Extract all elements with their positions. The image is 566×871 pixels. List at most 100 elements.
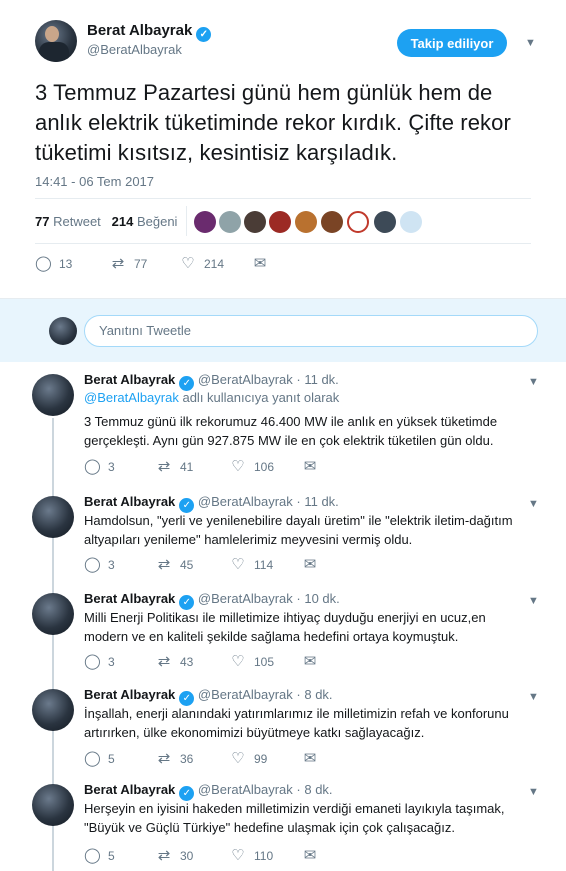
retweet-action[interactable]: ⇄ 45 xyxy=(156,557,194,573)
reply-icon[interactable]: ◯ xyxy=(84,751,101,767)
heart-icon[interactable]: ♡ xyxy=(230,654,246,670)
reply-action[interactable]: ◯ 5 xyxy=(84,751,115,767)
reply-avatar[interactable] xyxy=(32,496,74,538)
reply-icon[interactable]: ◯ xyxy=(84,654,101,670)
retweet-action[interactable]: ⇄ 41 xyxy=(156,459,194,475)
envelope-icon[interactable]: ✉ xyxy=(302,557,318,573)
heart-icon[interactable]: ♡ xyxy=(230,459,246,475)
retweet-icon[interactable]: ⇄ xyxy=(156,751,172,767)
like-action[interactable]: ♡ 99 xyxy=(230,751,267,767)
heart-icon[interactable]: ♡ xyxy=(230,751,246,767)
dm-action[interactable]: ✉ xyxy=(302,654,318,670)
retweet-icon[interactable]: ⇄ xyxy=(156,557,172,573)
thread-reply[interactable]: Berat Albayrak ✓ @BeratAlbayrak · 8 dk. ▼… xyxy=(0,683,566,779)
reply-author-handle[interactable]: @BeratAlbayrak xyxy=(198,372,293,387)
reply-action[interactable]: ◯ 5 xyxy=(84,848,115,864)
like-action[interactable]: ♡ 114 xyxy=(230,557,273,573)
reply-action[interactable]: ◯ 3 xyxy=(84,557,115,573)
retweet-icon[interactable]: ⇄ xyxy=(156,459,172,475)
like-action[interactable]: ♡ 214 xyxy=(180,256,224,272)
liker-avatar[interactable] xyxy=(194,211,216,233)
retweet-action[interactable]: ⇄ 30 xyxy=(156,848,194,864)
liker-avatar[interactable] xyxy=(219,211,241,233)
reply-time[interactable]: · 10 dk. xyxy=(296,591,339,606)
retweet-action[interactable]: ⇄ 43 xyxy=(156,654,194,670)
envelope-icon[interactable]: ✉ xyxy=(302,848,318,864)
reply-author-handle[interactable]: @BeratAlbayrak xyxy=(198,782,293,797)
chevron-down-icon[interactable]: ▼ xyxy=(528,786,539,798)
reply-author-handle[interactable]: @BeratAlbayrak xyxy=(198,591,293,606)
following-button[interactable]: Takip ediliyor xyxy=(397,29,507,57)
retweet-icon[interactable]: ⇄ xyxy=(156,654,172,670)
liker-avatar[interactable] xyxy=(244,211,266,233)
author-handle[interactable]: @BeratAlbayrak xyxy=(87,42,182,57)
reply-time[interactable]: · 11 dk. xyxy=(296,372,338,387)
heart-icon[interactable]: ♡ xyxy=(180,256,196,272)
chevron-down-icon[interactable]: ▼ xyxy=(528,376,539,388)
chevron-down-icon[interactable]: ▼ xyxy=(528,498,539,510)
chevron-down-icon[interactable]: ▼ xyxy=(525,37,536,49)
reply-icon[interactable]: ◯ xyxy=(84,848,101,864)
retweet-action[interactable]: ⇄ 77 xyxy=(110,256,148,272)
chevron-down-icon[interactable]: ▼ xyxy=(528,691,539,703)
reply-avatar[interactable] xyxy=(32,689,74,731)
reply-time[interactable]: · 8 dk. xyxy=(296,782,332,797)
envelope-icon[interactable]: ✉ xyxy=(302,459,318,475)
liker-avatar[interactable] xyxy=(374,211,396,233)
liker-avatar[interactable] xyxy=(321,211,343,233)
like-count[interactable]: 214 xyxy=(112,214,134,229)
reply-input[interactable]: Yanıtını Tweetle xyxy=(84,315,538,347)
reply-avatar[interactable] xyxy=(32,374,74,416)
heart-icon[interactable]: ♡ xyxy=(230,557,246,573)
retweet-action[interactable]: ⇄ 36 xyxy=(156,751,194,767)
liker-avatar[interactable] xyxy=(347,211,369,233)
envelope-icon[interactable]: ✉ xyxy=(302,751,318,767)
author-name[interactable]: Berat Albayrak ✓ xyxy=(87,22,212,42)
envelope-icon[interactable]: ✉ xyxy=(302,654,318,670)
retweet-icon[interactable]: ⇄ xyxy=(110,256,126,272)
tweet-timestamp[interactable]: 14:41 - 06 Tem 2017 xyxy=(35,174,154,189)
reply-author-handle[interactable]: @BeratAlbayrak xyxy=(198,687,293,702)
thread-reply[interactable]: Berat Albayrak ✓ @BeratAlbayrak · 10 dk. … xyxy=(0,587,566,683)
reply-author-name[interactable]: Berat Albayrak xyxy=(84,591,175,606)
author-name-text[interactable]: Berat Albayrak xyxy=(87,22,192,39)
reply-avatar[interactable] xyxy=(32,784,74,826)
reply-author-name[interactable]: Berat Albayrak xyxy=(84,782,175,797)
retweet-icon[interactable]: ⇄ xyxy=(156,848,172,864)
reply-time[interactable]: · 11 dk. xyxy=(296,494,338,509)
reply-author-name[interactable]: Berat Albayrak xyxy=(84,372,175,387)
dm-action[interactable]: ✉ xyxy=(302,557,318,573)
retweet-label[interactable]: Retweet xyxy=(53,214,101,229)
reply-action[interactable]: ◯ 3 xyxy=(84,459,115,475)
reply-time[interactable]: · 8 dk. xyxy=(296,687,332,702)
reply-icon[interactable]: ◯ xyxy=(84,459,101,475)
reply-author-name[interactable]: Berat Albayrak xyxy=(84,687,175,702)
reply-author-handle[interactable]: @BeratAlbayrak xyxy=(198,494,293,509)
liker-avatar[interactable] xyxy=(295,211,317,233)
chevron-down-icon[interactable]: ▼ xyxy=(528,595,539,607)
reply-author-name[interactable]: Berat Albayrak xyxy=(84,494,175,509)
like-action[interactable]: ♡ 110 xyxy=(230,848,273,864)
retweet-count[interactable]: 77 xyxy=(35,214,49,229)
dm-action[interactable]: ✉ xyxy=(252,256,268,272)
thread-reply[interactable]: Berat Albayrak ✓ @BeratAlbayrak · 11 dk. … xyxy=(0,368,566,486)
heart-icon[interactable]: ♡ xyxy=(230,848,246,864)
envelope-icon[interactable]: ✉ xyxy=(252,256,268,272)
liker-avatar[interactable] xyxy=(269,211,291,233)
reply-avatar[interactable] xyxy=(32,593,74,635)
author-avatar[interactable] xyxy=(35,20,77,62)
like-action[interactable]: ♡ 105 xyxy=(230,654,274,670)
reply-action[interactable]: ◯ 13 xyxy=(35,256,72,272)
thread-reply[interactable]: Berat Albayrak ✓ @BeratAlbayrak · 11 dk. … xyxy=(0,490,566,586)
replying-to-link[interactable]: @BeratAlbayrak xyxy=(84,390,179,405)
dm-action[interactable]: ✉ xyxy=(302,848,318,864)
dm-action[interactable]: ✉ xyxy=(302,751,318,767)
reply-icon[interactable]: ◯ xyxy=(35,256,52,272)
reply-icon[interactable]: ◯ xyxy=(84,557,101,573)
like-label[interactable]: Beğeni xyxy=(137,214,177,229)
reply-action[interactable]: ◯ 3 xyxy=(84,654,115,670)
like-action[interactable]: ♡ 106 xyxy=(230,459,274,475)
thread-reply[interactable]: Berat Albayrak ✓ @BeratAlbayrak · 8 dk. ▼… xyxy=(0,778,566,871)
dm-action[interactable]: ✉ xyxy=(302,459,318,475)
liker-avatar[interactable] xyxy=(400,211,422,233)
